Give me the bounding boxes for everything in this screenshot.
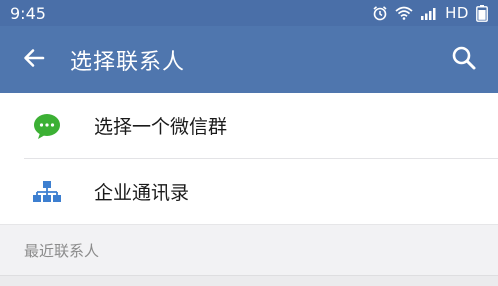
recent-contacts-list-top	[0, 275, 498, 286]
app-bar: 选择联系人	[0, 26, 498, 93]
back-button[interactable]	[6, 26, 62, 93]
list-item-label: 选择一个微信群	[94, 116, 228, 138]
status-bar: 9:45 HD	[0, 0, 498, 26]
section-title: 最近联系人	[24, 241, 100, 260]
recent-contacts-header: 最近联系人	[0, 224, 498, 275]
search-button[interactable]	[444, 26, 484, 93]
org-chart-icon	[27, 172, 67, 212]
wechat-group-icon	[27, 106, 67, 146]
page-title: 选择联系人	[70, 49, 186, 75]
search-icon	[451, 45, 477, 75]
battery-icon	[476, 4, 488, 22]
select-wechat-group-item[interactable]: 选择一个微信群	[0, 93, 498, 158]
arrow-left-icon	[22, 46, 46, 74]
network-type-label: HD	[445, 4, 469, 22]
status-icons: HD	[372, 4, 488, 22]
signal-icon	[420, 6, 438, 20]
list-item-label: 企业通讯录	[94, 182, 190, 204]
alarm-icon	[372, 5, 388, 21]
contact-options-list: 选择一个微信群 企业通讯录	[0, 93, 498, 224]
status-time: 9:45	[10, 3, 46, 23]
wifi-icon	[395, 6, 413, 20]
enterprise-directory-item[interactable]: 企业通讯录	[0, 159, 498, 224]
